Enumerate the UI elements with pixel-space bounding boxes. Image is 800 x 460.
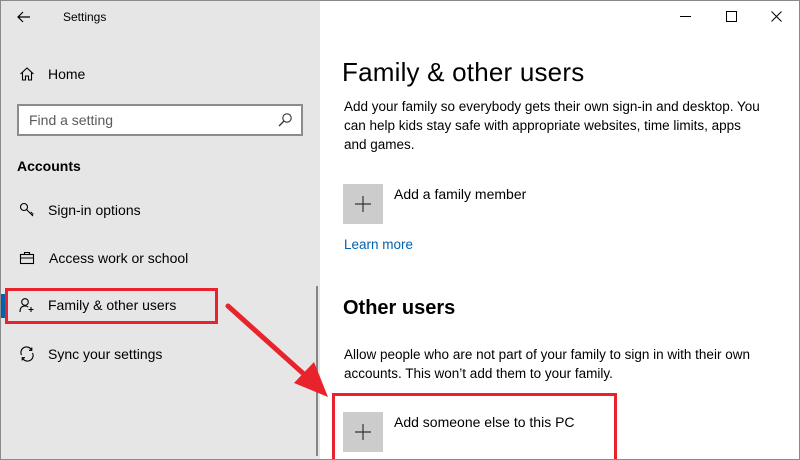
annotation-arrow [225, 303, 328, 397]
